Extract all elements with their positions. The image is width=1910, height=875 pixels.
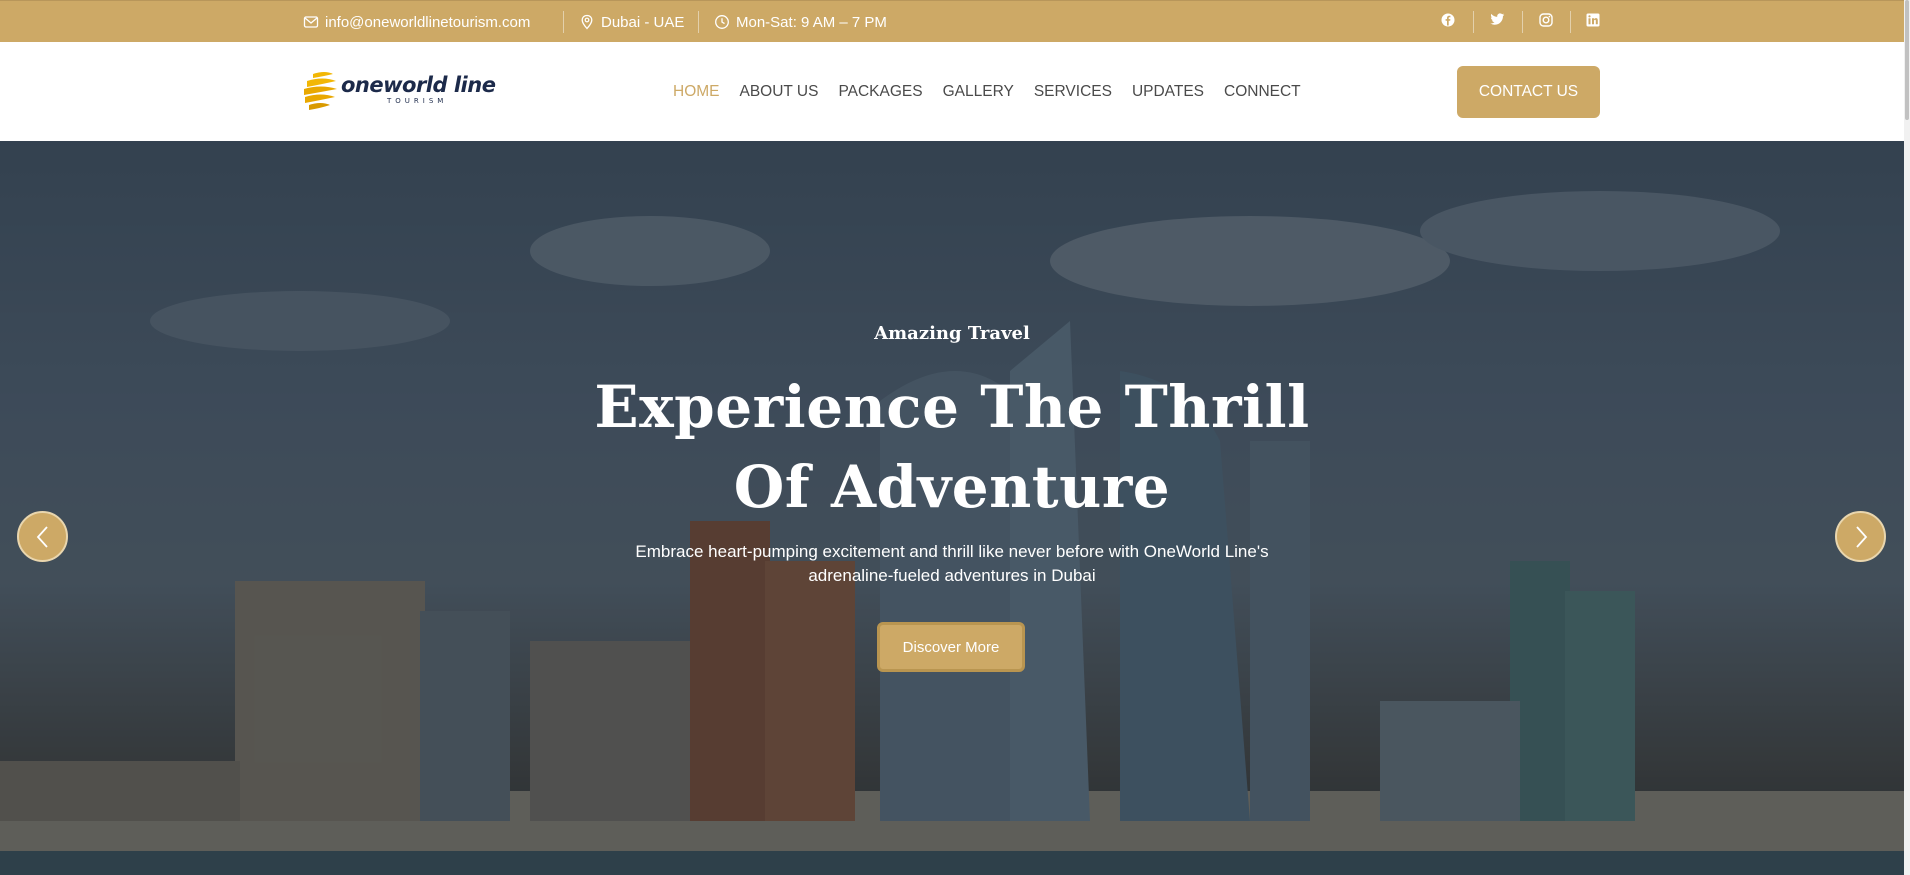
slider-next-button[interactable] (1835, 511, 1886, 562)
divider (698, 11, 699, 33)
nav-item-gallery[interactable]: GALLERY (943, 83, 1014, 101)
nav-item-updates[interactable]: UPDATES (1132, 83, 1204, 101)
nav-item-home[interactable]: HOME (673, 83, 720, 101)
nav-item-services[interactable]: SERVICES (1034, 83, 1112, 101)
twitter-icon (1489, 13, 1505, 31)
site-logo[interactable]: oneworld line TOURISM (303, 68, 496, 112)
location-text: Dubai - UAE (601, 13, 685, 31)
linkedin-icon (1586, 13, 1600, 32)
contact-us-button[interactable]: CONTACT US (1457, 66, 1600, 118)
logo-tagline: TOURISM (387, 97, 448, 105)
globe-logo-icon (304, 72, 337, 110)
facebook-link[interactable] (1425, 1, 1471, 43)
map-pin-icon (579, 14, 595, 30)
hero-slider: Amazing Travel Experience The Thrill Of … (0, 141, 1904, 875)
twitter-link[interactable] (1474, 1, 1520, 43)
chevron-left-icon (36, 525, 48, 548)
contact-location: Dubai - UAE (579, 1, 684, 43)
divider (563, 11, 564, 33)
email-text: info@oneworldlinetourism.com (325, 13, 531, 31)
clock-icon (714, 14, 730, 30)
top-info-bar: info@oneworldlinetourism.com Dubai - UAE… (0, 0, 1904, 42)
mail-icon (303, 14, 319, 30)
hero-kicker: Amazing Travel (874, 323, 1030, 344)
hero-headline: Experience The Thrill Of Adventure (594, 373, 1310, 521)
discover-more-button[interactable]: Discover More (877, 622, 1025, 672)
facebook-icon (1441, 13, 1455, 32)
hero-content: Amazing Travel Experience The Thrill Of … (0, 141, 1904, 875)
nav-item-connect[interactable]: CONNECT (1224, 83, 1301, 101)
scrollbar-thumb[interactable] (1905, 0, 1909, 120)
page-scrollbar[interactable] (1904, 0, 1910, 875)
contact-hours: Mon-Sat: 9 AM – 7 PM (714, 1, 887, 43)
instagram-icon (1539, 12, 1553, 32)
nav-item-packages[interactable]: PACKAGES (838, 83, 922, 101)
hours-text: Mon-Sat: 9 AM – 7 PM (736, 13, 887, 31)
main-nav: HOME ABOUT US PACKAGES GALLERY SERVICES … (673, 42, 1321, 141)
logo-wordmark: oneworld line (341, 73, 496, 97)
nav-item-about-us[interactable]: ABOUT US (740, 83, 819, 101)
site-header: oneworld line TOURISM HOME ABOUT US PACK… (0, 42, 1904, 141)
chevron-right-icon (1855, 525, 1867, 548)
instagram-link[interactable] (1523, 1, 1569, 43)
linkedin-link[interactable] (1570, 1, 1616, 43)
slider-prev-button[interactable] (17, 511, 68, 562)
hero-description: Embrace heart-pumping excitement and thr… (635, 542, 1269, 585)
contact-email[interactable]: info@oneworldlinetourism.com (303, 1, 530, 43)
